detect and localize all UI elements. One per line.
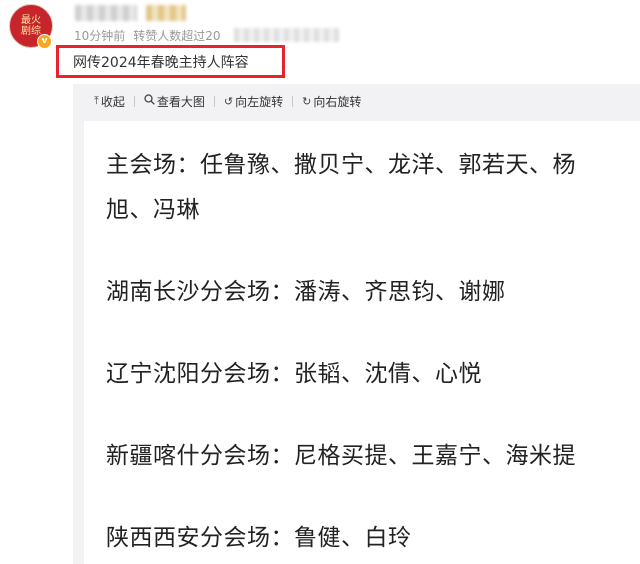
rotate-right-label: 向右旋转 xyxy=(313,94,362,109)
rotate-right-button[interactable]: ↻ 向右旋转 xyxy=(302,93,361,110)
avatar-text-1: 最火 xyxy=(21,15,41,26)
post-reposts: 转赞人数超过20 xyxy=(133,29,221,43)
arrow-up-to-line-icon: ⤒ xyxy=(94,94,99,107)
toolbar-divider xyxy=(292,95,294,107)
xinjiang-venue-line: 新疆喀什分会场：尼格买提、王嘉宁、海米提 xyxy=(106,443,576,469)
main-venue-line-2: 旭、冯琳 xyxy=(106,197,200,223)
username-blurred[interactable] xyxy=(75,5,137,21)
image-toolbar: ⤒ 收起 查看大图 ↺ 向左旋转 ↻ 向右旋转 xyxy=(94,92,361,110)
rotate-left-button[interactable]: ↺ 向左旋转 xyxy=(224,93,283,110)
post-time: 10分钟前 xyxy=(74,29,126,43)
post-meta: 10分钟前 转赞人数超过20 xyxy=(74,27,221,44)
view-large-button[interactable]: 查看大图 xyxy=(144,93,205,110)
meta-blurred xyxy=(234,28,339,42)
rotate-left-label: 向左旋转 xyxy=(235,94,284,109)
shaanxi-venue-line: 陕西西安分会场：鲁健、白玲 xyxy=(106,525,412,551)
post-title: 网传2024年春晚主持人阵容 xyxy=(73,55,249,71)
avatar-text-2: 剧综 xyxy=(21,26,41,37)
rotate-left-icon: ↺ xyxy=(223,94,234,108)
magnifier-icon xyxy=(144,94,155,108)
rotate-right-icon: ↻ xyxy=(302,94,312,108)
main-venue-line-1: 主会场：任鲁豫、撒贝宁、龙洋、郭若天、杨 xyxy=(106,152,576,178)
verified-badge-icon: v xyxy=(37,34,52,49)
user-tag-blurred xyxy=(146,5,186,21)
collapse-label: 收起 xyxy=(100,94,125,109)
view-large-label: 查看大图 xyxy=(156,94,205,109)
liaoning-venue-line: 辽宁沈阳分会场：张韬、沈倩、心悦 xyxy=(106,361,482,387)
collapse-button[interactable]: ⤒ 收起 xyxy=(94,93,125,110)
hunan-venue-line: 湖南长沙分会场：潘涛、齐思钧、谢娜 xyxy=(106,279,506,305)
post-image[interactable] xyxy=(84,121,640,564)
toolbar-divider xyxy=(213,95,215,107)
toolbar-divider xyxy=(133,95,135,107)
